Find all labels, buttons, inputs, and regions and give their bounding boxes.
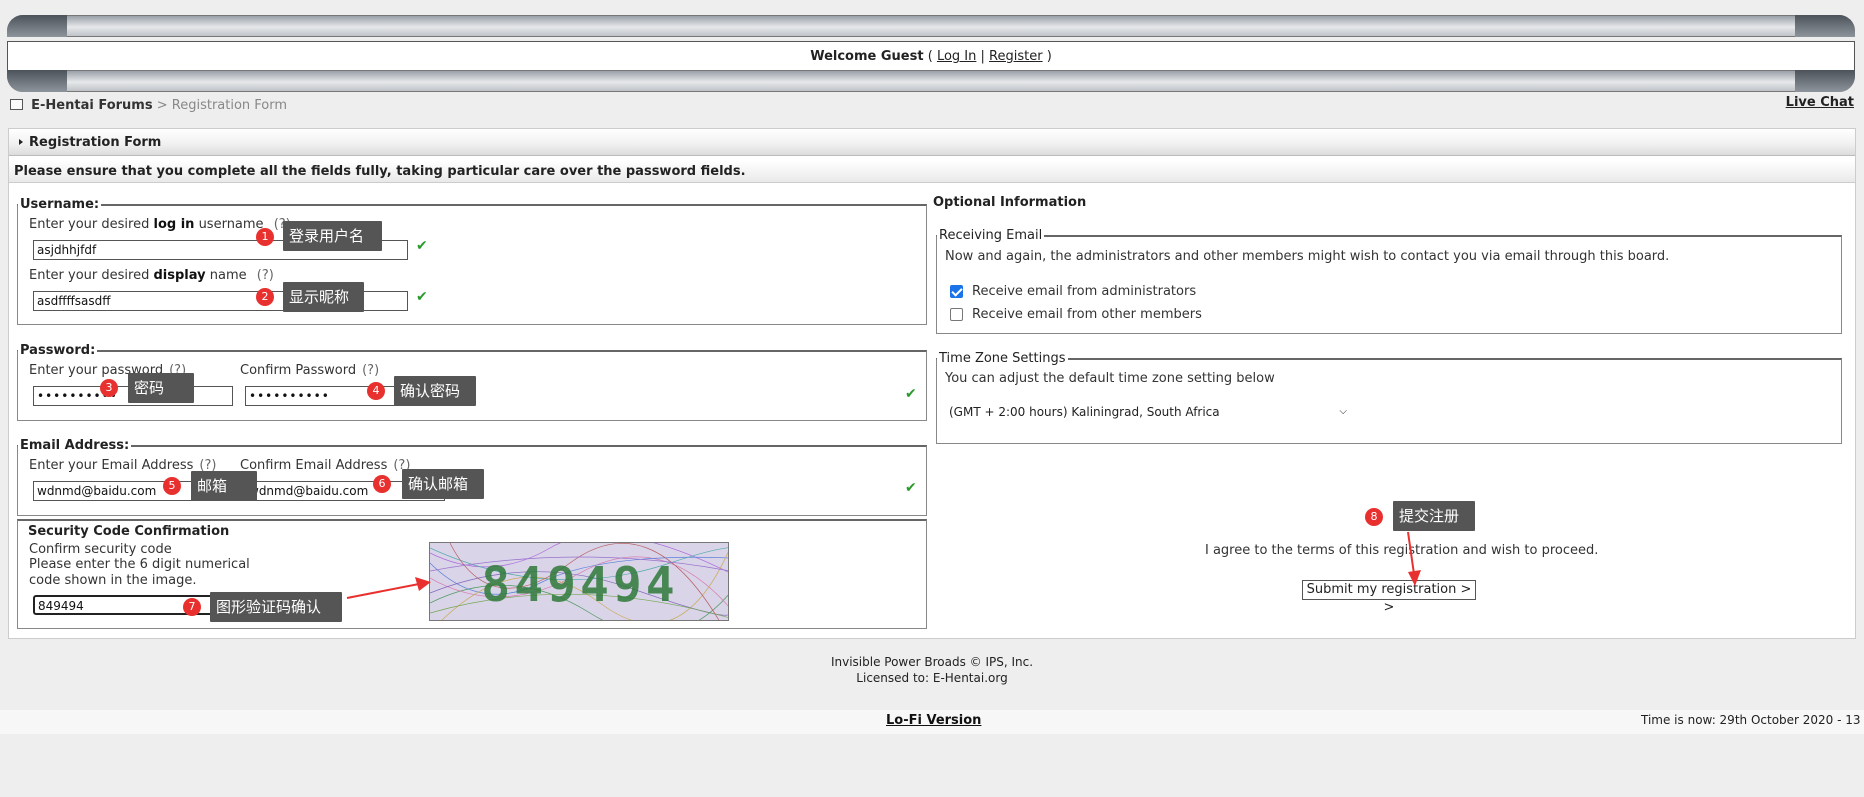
security-title: Security Code Confirmation [28,524,230,539]
login-username-label: Enter your desired log in username (?) [29,217,291,232]
annotation-label: 图形验证码确认 [210,592,342,622]
timezone-fieldset: Time Zone Settings [936,351,1842,444]
submit-registration-button[interactable]: Submit my registration > > [1302,580,1476,615]
form-notice: Please ensure that you complete all the … [9,161,1855,183]
label-part: username [198,217,264,232]
chevron-down-icon: ⌵ [1339,406,1347,417]
check-icon: ✔ [416,289,428,305]
annotation-label: 确认邮箱 [402,469,484,499]
page: Welcome Guest ( Log In | Register ) E-He… [0,0,1864,797]
register-link[interactable]: Register [989,49,1043,64]
licensed-to: Licensed to: E-Hentai.org [856,671,1008,685]
annotation-number: 4 [367,382,385,400]
annotation-number: 2 [256,288,274,306]
header-bottom-left-cap [7,70,67,92]
security-line1: Confirm security code [29,542,172,557]
live-chat-link[interactable]: Live Chat [1786,95,1854,110]
annotation-label: 登录用户名 [283,221,382,251]
header-top-bar [7,15,1855,37]
captcha-noise-svg: 849494 [430,543,728,620]
header: Welcome Guest ( Log In | Register ) [7,15,1855,92]
confirm-password-label: Confirm Password (?) [240,363,379,378]
lofi-version-link[interactable]: Lo-Fi Version [886,713,981,728]
label-part: Enter your desired [29,268,150,283]
label-part: Enter your Email Address [29,458,194,473]
header-top-left-cap [7,15,67,37]
annotation-label: 密码 [128,373,194,403]
annotation-number: 7 [183,598,201,616]
label-bold: display [153,268,206,283]
annotation-label: 显示昵称 [283,282,364,312]
label-part: Confirm Password [240,363,357,378]
breadcrumb-home-link[interactable]: E-Hentai Forums [31,98,152,113]
annotation-number: 8 [1365,508,1383,526]
confirm-email-label: Confirm Email Address (?) [240,458,410,473]
login-link[interactable]: Log In [937,49,976,64]
check-icon: ✔ [416,238,428,254]
help-link[interactable]: (?) [362,363,379,378]
admin-email-label[interactable]: Receive email from administrators [972,284,1196,299]
breadcrumb-current: Registration Form [171,98,288,113]
panel-title: Registration Form [9,129,1855,156]
annotation-label: 确认密码 [394,376,476,406]
label-part: name [209,268,247,283]
security-code-input[interactable]: 849494 [33,595,233,615]
annotation-number: 3 [100,379,118,397]
header-bottom-right-cap [1795,70,1855,92]
panel-title-text: Registration Form [29,135,162,150]
welcome-text: Welcome Guest [810,49,924,64]
annotation-number: 5 [163,477,181,495]
label-bold: log in [153,217,195,232]
folder-icon [10,99,23,110]
triangle-right-icon [19,139,23,145]
breadcrumb-separator: > [156,98,168,113]
timezone-select[interactable]: (GMT + 2:00 hours) Kaliningrad, South Af… [949,402,1351,422]
check-icon: ✔ [905,480,917,496]
security-line3: code shown in the image. [29,573,197,588]
receiving-email-legend: Receiving Email [939,228,1043,243]
receiving-email-desc: Now and again, the administrators and ot… [945,249,1670,264]
admin-email-checkbox[interactable] [950,285,963,298]
members-email-label[interactable]: Receive email from other members [972,307,1202,322]
powered-by: Invisible Power Broads © IPS, Inc. [830,655,1034,669]
email-label: Enter your Email Address (?) [29,458,216,473]
help-link[interactable]: (?) [257,268,274,283]
optional-info-title: Optional Information [933,195,1087,210]
timezone-legend: Time Zone Settings [939,351,1066,366]
password-legend: Password: [20,343,96,358]
welcome-bar: Welcome Guest ( Log In | Register ) [7,41,1855,72]
paren-open: ( [927,49,933,64]
arrow-down-icon [1407,531,1421,586]
time-now: Time is now: 29th October 2020 - 13 [1641,713,1861,727]
header-bottom-bar [7,70,1855,92]
label-part: Confirm Email Address [240,458,388,473]
breadcrumb: E-Hentai Forums > Registration Form [10,98,287,113]
members-email-checkbox[interactable] [950,308,963,321]
check-icon: ✔ [905,386,917,402]
security-line2: Please enter the 6 digit numerical [29,557,250,572]
annotation-label: 提交注册 [1393,501,1475,531]
annotation-number: 1 [256,228,274,246]
captcha-image: 849494 [429,542,729,621]
annotation-label: 邮箱 [191,471,257,501]
label-part: Enter your desired [29,217,150,232]
email-legend: Email Address: [20,438,130,453]
timezone-selected: (GMT + 2:00 hours) Kaliningrad, South Af… [949,405,1220,419]
paren-close: ) [1046,49,1052,64]
timezone-desc: You can adjust the default time zone set… [945,371,1275,386]
display-name-label: Enter your desired display name (?) [29,268,274,283]
captcha-text: 849494 [481,557,678,613]
header-top-right-cap [1795,15,1855,37]
username-legend: Username: [20,197,100,212]
link-separator: | [980,49,985,64]
annotation-number: 6 [373,475,391,493]
arrow-right-icon [346,577,431,599]
